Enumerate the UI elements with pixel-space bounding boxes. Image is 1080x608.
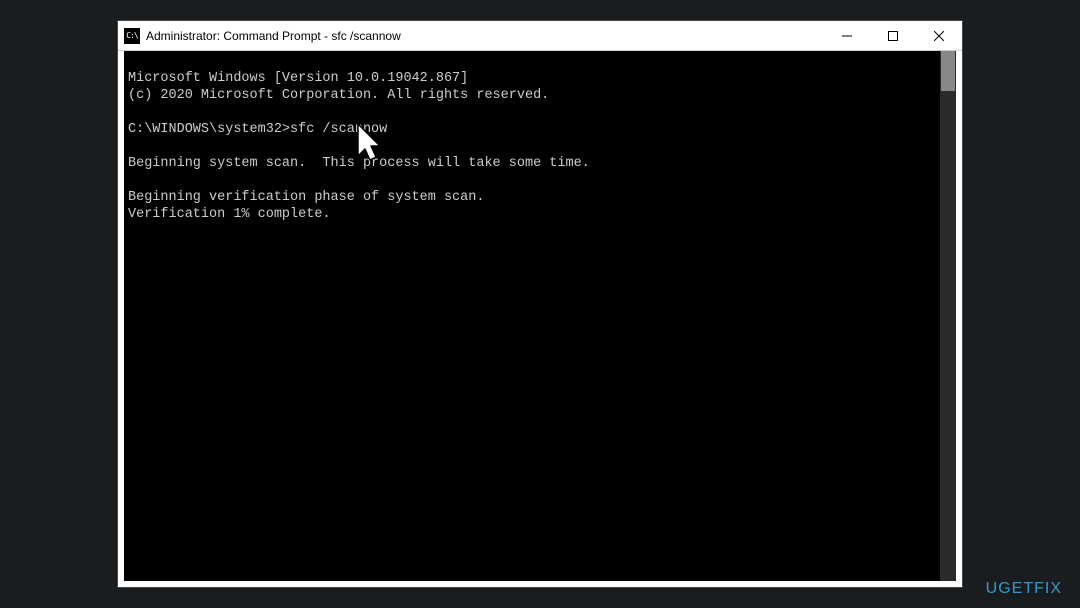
cmd-icon: C:\ <box>124 28 140 44</box>
titlebar[interactable]: C:\ Administrator: Command Prompt - sfc … <box>118 21 962 51</box>
maximize-icon <box>888 31 898 41</box>
window-title: Administrator: Command Prompt - sfc /sca… <box>146 29 824 43</box>
minimize-icon <box>842 31 852 41</box>
close-icon <box>934 31 944 41</box>
close-button[interactable] <box>916 21 962 50</box>
minimize-button[interactable] <box>824 21 870 50</box>
command-prompt-window: C:\ Administrator: Command Prompt - sfc … <box>117 20 963 588</box>
maximize-button[interactable] <box>870 21 916 50</box>
scrollbar-thumb[interactable] <box>941 51 955 91</box>
console-output[interactable]: Microsoft Windows [Version 10.0.19042.86… <box>124 51 956 581</box>
console-line: Beginning system scan. This process will… <box>128 156 590 171</box>
scrollbar[interactable] <box>940 51 956 581</box>
console-line: Verification 1% complete. <box>128 207 331 222</box>
window-controls <box>824 21 962 50</box>
console-line: (c) 2020 Microsoft Corporation. All righ… <box>128 88 549 103</box>
console-line: Microsoft Windows [Version 10.0.19042.86… <box>128 71 468 86</box>
console-prompt-line: C:\WINDOWS\system32>sfc /scannow <box>128 122 387 137</box>
console-line: Beginning verification phase of system s… <box>128 190 484 205</box>
watermark-text: UGETFIX <box>986 580 1062 598</box>
